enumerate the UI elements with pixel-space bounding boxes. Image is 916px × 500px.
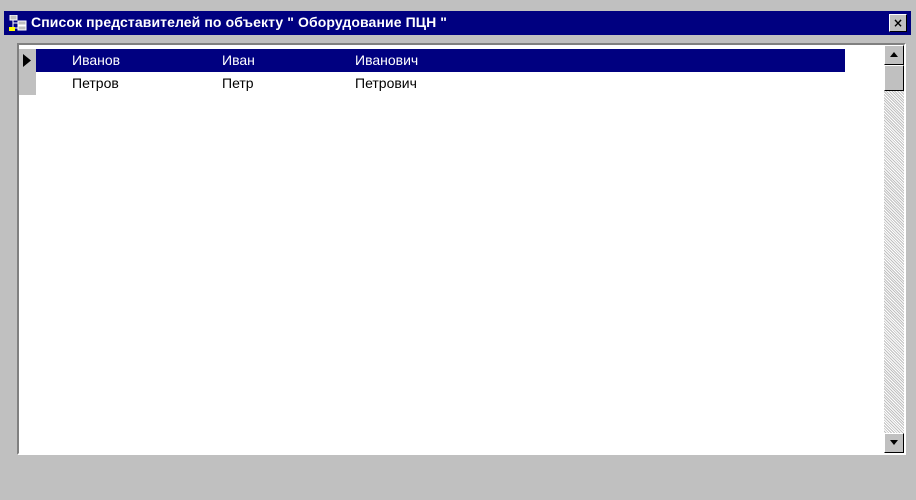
close-icon: × (892, 16, 904, 30)
cell-last-name: Петров (72, 75, 119, 91)
scroll-up-arrow-icon (890, 52, 898, 57)
row-indicator[interactable] (19, 72, 36, 95)
cell-last-name: Иванов (72, 52, 121, 68)
table-row[interactable]: Иванов Иван Иванович (19, 49, 845, 72)
cell-patronymic: Петрович (355, 75, 417, 91)
close-button[interactable]: × (889, 14, 907, 32)
scroll-up-button[interactable] (884, 45, 904, 65)
vertical-scrollbar[interactable] (884, 45, 904, 453)
status-bar (0, 460, 916, 500)
cell-first-name: Петр (222, 75, 254, 91)
cell-first-name: Иван (222, 52, 255, 68)
row-indicator[interactable] (19, 49, 36, 72)
tree-network-icon (9, 14, 27, 31)
representatives-window: Список представителей по объекту " Обору… (0, 0, 916, 500)
cell-patronymic: Иванович (355, 52, 419, 68)
current-row-arrow-icon (23, 54, 31, 67)
scroll-down-button[interactable] (884, 433, 904, 453)
scroll-down-arrow-icon (890, 440, 898, 445)
title-bar[interactable]: Список представителей по объекту " Обору… (4, 11, 911, 35)
window-title: Список представителей по объекту " Обору… (31, 14, 448, 30)
table-row[interactable]: Петров Петр Петрович (19, 72, 845, 95)
representatives-grid[interactable]: Иванов Иван Иванович Петров Петр Петрови… (17, 43, 906, 455)
scrollbar-thumb[interactable] (884, 65, 904, 91)
